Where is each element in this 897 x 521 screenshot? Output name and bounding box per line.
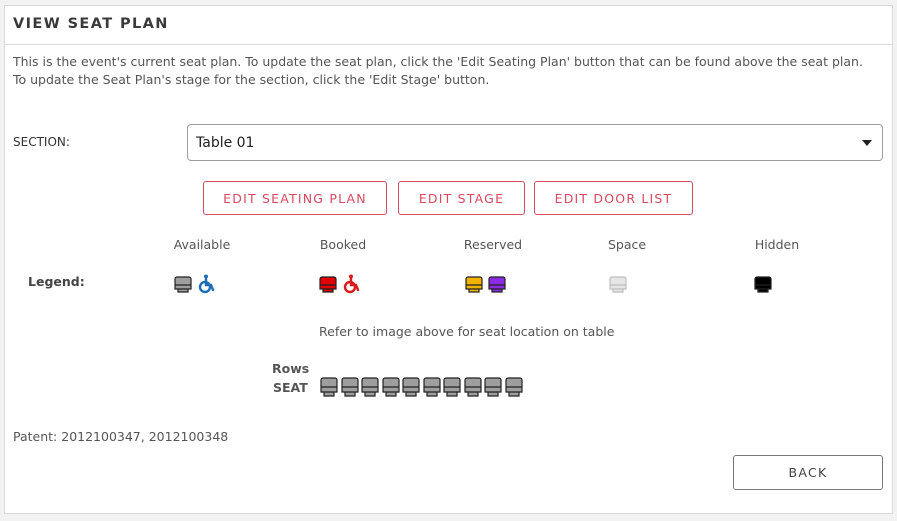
seat-icon[interactable] [422, 377, 441, 397]
section-select[interactable]: Table 01 [187, 124, 883, 161]
page-title: VIEW SEAT PLAN [13, 16, 169, 32]
seat-icon[interactable] [361, 377, 379, 397]
seat-booked-icon [319, 276, 337, 293]
description-line-1: This is the event's current seat plan. T… [13, 54, 863, 69]
wheelchair-available-icon [198, 274, 215, 294]
seat-space-icon [609, 276, 627, 293]
rows-label: Rows [272, 361, 310, 376]
legend-space-label: Space [607, 237, 647, 252]
description-line-2: To update the Seat Plan's stage for the … [13, 72, 490, 87]
patent-text: Patent: 2012100347, 2012100348 [13, 429, 229, 444]
legend-available-icons [174, 273, 217, 295]
edit-stage-button[interactable]: EDIT STAGE [398, 181, 525, 215]
back-button[interactable]: BACK [733, 455, 883, 490]
edit-seating-plan-button[interactable]: EDIT SEATING PLAN [203, 181, 387, 215]
seat-hidden-icon [754, 276, 772, 293]
seat-available-icon [174, 276, 192, 293]
seat-reserved-alt-icon [488, 276, 506, 293]
section-label: SECTION: [13, 135, 70, 149]
seat-icon[interactable] [340, 377, 359, 397]
legend-label: Legend: [28, 274, 85, 289]
wheelchair-booked-icon [343, 274, 360, 294]
seat-plan-panel: VIEW SEAT PLAN This is the event's curre… [4, 5, 893, 514]
legend-space-icons [609, 273, 627, 295]
panel-header: VIEW SEAT PLAN [5, 6, 892, 45]
section-select-value: Table 01 [196, 135, 255, 151]
seat-icon[interactable] [463, 377, 482, 397]
legend-reserved-label: Reserved [463, 237, 523, 252]
seat-icon[interactable] [320, 377, 338, 397]
seat-location-note: Refer to image above for seat location o… [319, 324, 615, 339]
legend-available-label: Available [173, 237, 231, 252]
seat-icon[interactable] [402, 377, 420, 397]
seat-icon[interactable] [484, 377, 502, 397]
seat-icon[interactable] [381, 377, 400, 397]
edit-door-list-button[interactable]: EDIT DOOR LIST [534, 181, 693, 215]
seat-reserved-icon [465, 276, 483, 293]
seat-icon[interactable] [443, 377, 461, 397]
seat-row [320, 377, 523, 397]
legend-hidden-icons [754, 273, 772, 295]
legend-booked-icons [319, 273, 362, 295]
chevron-down-icon [862, 140, 872, 146]
seat-icon[interactable] [504, 377, 523, 397]
legend-booked-label: Booked [319, 237, 367, 252]
legend-hidden-label: Hidden [754, 237, 800, 252]
seat-row-label: SEAT [273, 380, 308, 395]
legend-reserved-icons [465, 273, 506, 295]
